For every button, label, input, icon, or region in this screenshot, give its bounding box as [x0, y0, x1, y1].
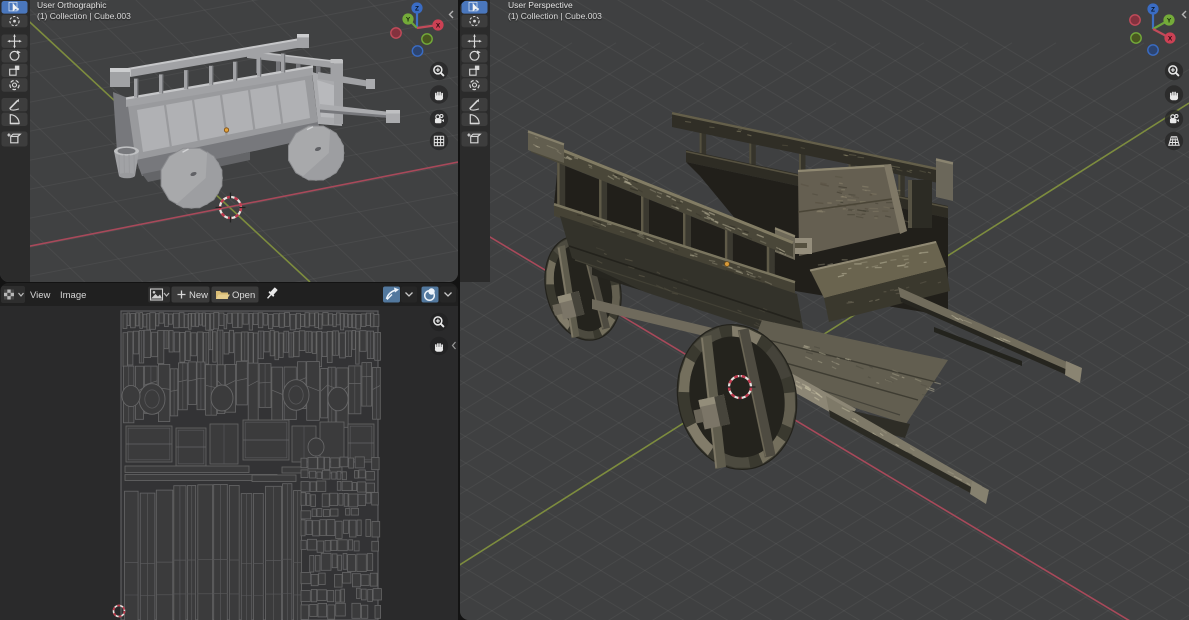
svg-text:New: New — [189, 290, 208, 301]
svg-text:Open: Open — [232, 290, 255, 301]
svg-text:Image: Image — [60, 290, 86, 301]
svg-text:X: X — [436, 22, 441, 29]
svg-text:View: View — [30, 290, 51, 301]
svg-text:X: X — [1168, 35, 1173, 42]
svg-text:Y: Y — [1167, 17, 1172, 24]
svg-text:Y: Y — [406, 16, 411, 23]
svg-text:Z: Z — [415, 5, 419, 12]
svg-text:Z: Z — [1151, 6, 1155, 13]
